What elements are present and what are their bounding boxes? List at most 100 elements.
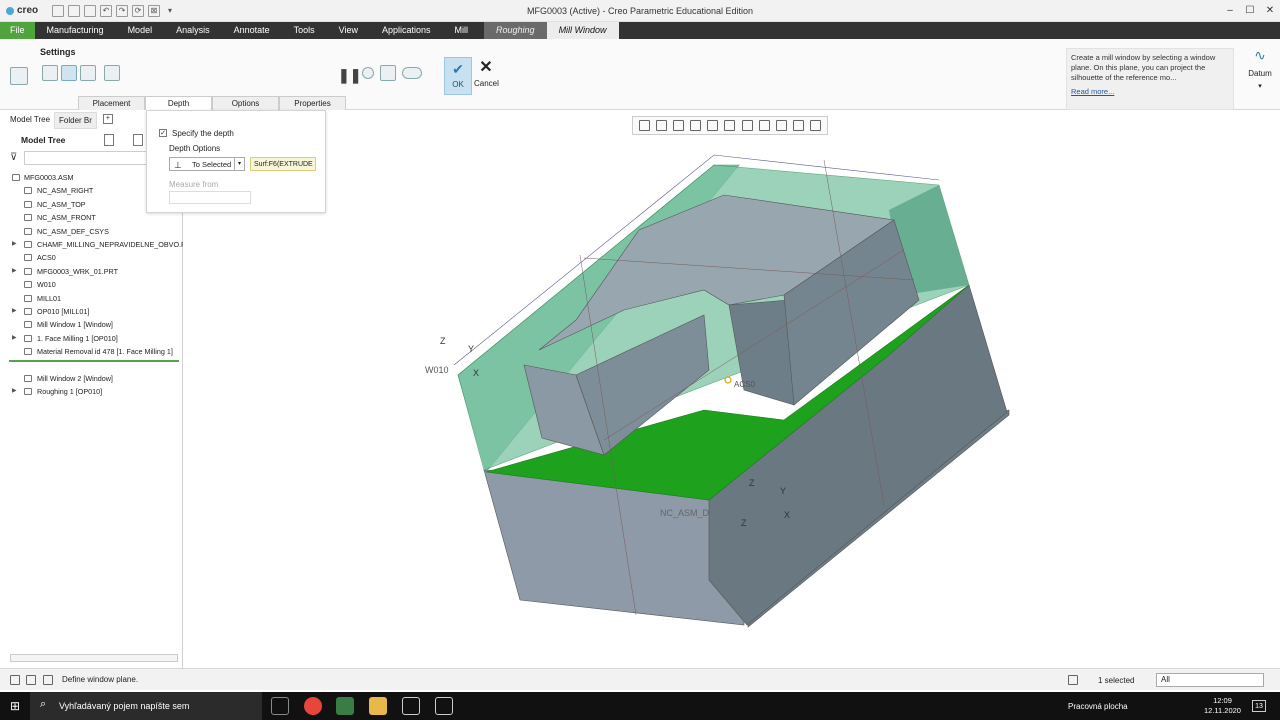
tree-item-w010[interactable]: W010 [8,278,183,291]
mill-window-type-icon[interactable] [10,67,28,85]
glasses-preview-icon[interactable] [402,67,422,79]
pause-button[interactable]: ❚❚ [338,67,361,84]
window-plane-icon[interactable] [42,65,58,81]
expand-icon[interactable]: ▶ [12,238,17,251]
repaint-icon[interactable] [690,120,702,131]
tab-view[interactable]: View [327,22,370,39]
filter-icon[interactable]: ⊽ [10,152,17,163]
tab-manufacturing[interactable]: Manufacturing [35,22,116,39]
tree-item-nc-asm-def-csys[interactable]: NC_ASM_DEF_CSYS [8,225,183,238]
clock[interactable]: 12:09 12.11.2020 [1204,696,1241,716]
dropdown-chevron-icon[interactable]: ▾ [234,158,244,170]
new-file-icon[interactable] [52,4,64,17]
app-icon-1[interactable] [402,697,420,715]
depth-reference-collector[interactable]: Surf:F6(EXTRUDE [250,157,316,171]
expand-icon[interactable]: ▶ [12,332,17,345]
measure-from-field[interactable] [169,191,251,204]
tree-item-mill-window-2[interactable]: Mill Window 2 [Window] [8,372,183,385]
tree-item-mill-window-1[interactable]: Mill Window 1 [Window] [8,318,183,331]
zoom-out-icon[interactable] [673,120,685,131]
tab-file[interactable]: File [0,22,35,39]
model-3d-view[interactable]: W010 ACS0 NC_ASM_D Z Y X Z X Y Z [184,110,1280,668]
tree-settings-icon[interactable] [104,134,114,146]
datum-chevron-down-icon[interactable]: ▾ [1242,82,1278,90]
regenerate-icon[interactable]: ⟳ [132,4,144,17]
save-icon[interactable] [84,4,96,17]
subtab-placement[interactable]: Placement [78,96,145,110]
verify-icon[interactable] [380,65,396,81]
depth-option-dropdown[interactable]: ⊥ To Selected ▾ [169,157,245,171]
cancel-button[interactable]: ✕ Cancel [474,57,499,95]
sketch-window-icon[interactable] [61,65,77,81]
expand-icon[interactable]: ▶ [12,385,17,398]
windows-start-icon[interactable]: ⊞ [10,699,20,713]
tab-roughing[interactable]: Roughing [484,22,547,39]
selection-filter-icon[interactable] [1068,675,1078,685]
graphics-viewport[interactable]: W010 ACS0 NC_ASM_D Z Y X Z X Y Z [184,110,1280,668]
insert-here-indicator[interactable] [9,360,179,362]
tab-analysis[interactable]: Analysis [164,22,222,39]
tab-mill-window[interactable]: Mill Window [546,22,619,39]
datum-display-icon[interactable] [775,120,787,131]
view-manager-icon[interactable] [741,120,753,131]
subtab-properties[interactable]: Properties [279,96,346,110]
add-tab-icon[interactable]: + [102,114,113,124]
tree-item-face-milling-1[interactable]: ▶ 1. Face Milling 1 [OP010] [8,332,183,345]
silhouette-icon[interactable] [104,65,120,81]
no-preview-icon[interactable] [362,67,374,79]
zoom-in-icon[interactable] [656,120,668,131]
tree-item-mill01[interactable]: MILL01 [8,292,183,305]
subtab-options[interactable]: Options [212,96,279,110]
read-more-link[interactable]: Read more... [1071,87,1229,97]
undo-icon[interactable]: ↶ [100,4,112,17]
expand-icon[interactable]: ▶ [12,265,17,278]
tab-tools[interactable]: Tools [282,22,327,39]
tab-model[interactable]: Model [116,22,165,39]
notifications-icon[interactable]: 13 [1252,700,1266,712]
smart-filter-select[interactable]: All [1156,673,1264,687]
open-file-icon[interactable] [68,4,80,17]
file-explorer-icon[interactable] [369,697,387,715]
saved-orientations-icon[interactable] [724,120,736,131]
tree-item-nc-asm-front[interactable]: NC_ASM_FRONT [8,211,183,224]
tree-item-op010[interactable]: ▶ OP010 [MILL01] [8,305,183,318]
tree-horizontal-scrollbar[interactable] [10,654,178,662]
creo-app-icon[interactable] [336,697,354,715]
app-icon-2[interactable] [435,697,453,715]
spin-center-icon[interactable] [809,120,821,131]
specify-depth-checkbox[interactable]: ✓ [159,129,167,137]
tree-item-roughing-1[interactable]: ▶ Roughing 1 [OP010] [8,385,183,398]
redo-icon[interactable]: ↷ [116,4,128,17]
chrome-icon[interactable] [304,697,322,715]
windows-icon[interactable]: ⊠ [148,4,160,17]
tree-item-chamf-milling[interactable]: ▶ CHAMF_MILLING_NEPRAVIDELNE_OBVO.P [8,238,183,251]
display-style-icon[interactable] [707,120,719,131]
fullscreen-icon[interactable] [43,675,53,685]
customize-chevron-icon[interactable]: ▾ [164,5,176,17]
ok-button[interactable]: ✔ OK [444,57,472,95]
annotation-display-icon[interactable] [792,120,804,131]
tree-item-wrk-01[interactable]: ▶ MFG0003_WRK_01.PRT [8,265,183,278]
refit-icon[interactable] [639,120,651,131]
maximize-icon[interactable]: ☐ [1240,0,1260,22]
desktop-label[interactable]: Pracovná plocha [1068,702,1128,711]
navigator-toggle-icon[interactable] [10,675,20,685]
datum-button[interactable]: ∿ Datum ▾ [1242,47,1278,90]
tab-annotate[interactable]: Annotate [222,22,282,39]
tab-folder-browser[interactable]: Folder Br [54,112,97,129]
tab-mill[interactable]: Mill [443,22,481,39]
close-icon[interactable]: ✕ [1260,0,1280,22]
tab-applications[interactable]: Applications [370,22,443,39]
tab-model-tree[interactable]: Model Tree [6,112,55,129]
browser-toggle-icon[interactable] [26,675,36,685]
tree-search-input[interactable] [24,151,148,165]
taskbar-search-box[interactable]: ⌕ Vyhľadávaný pojem napíšte sem [30,692,262,720]
chain-window-icon[interactable] [80,65,96,81]
tree-columns-icon[interactable] [133,134,143,146]
minimize-icon[interactable]: – [1220,0,1240,22]
task-view-icon[interactable] [271,697,289,715]
expand-icon[interactable]: ▶ [12,305,17,318]
tree-item-material-removal[interactable]: Material Removal id 478 [1. Face Milling… [8,345,183,358]
subtab-depth[interactable]: Depth [145,96,212,110]
perspective-icon[interactable] [758,120,770,131]
